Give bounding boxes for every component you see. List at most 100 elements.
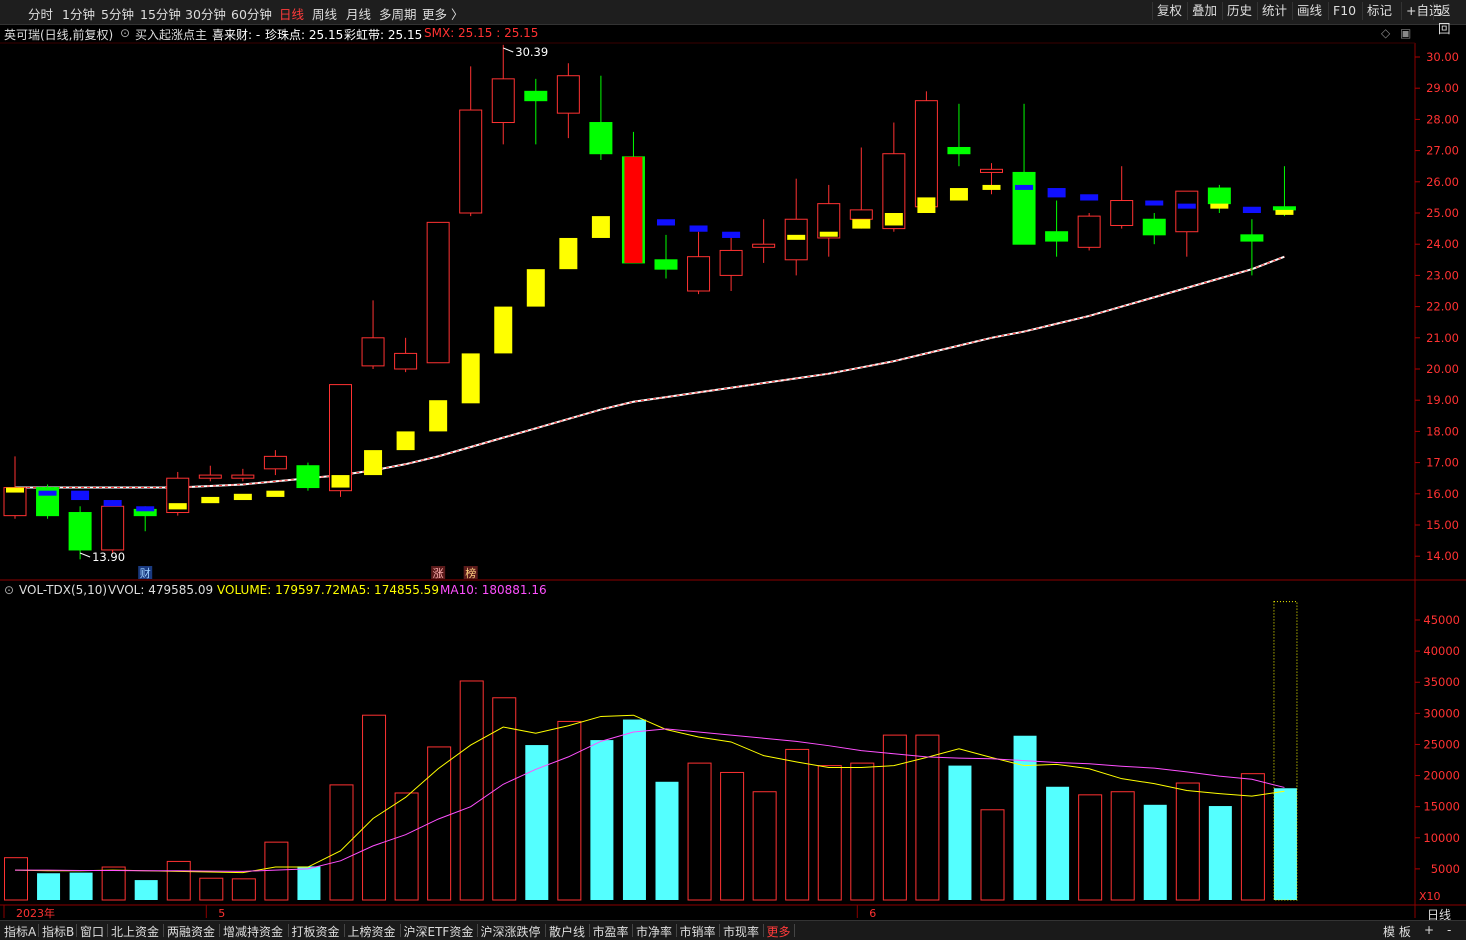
volume-bar[interactable]	[980, 809, 1005, 901]
price-tick-label: 22.00	[1426, 300, 1459, 314]
indicator-tab[interactable]: 两融资金	[167, 923, 215, 940]
volume-indicator-name[interactable]: VOL-TDX(5,10)	[19, 583, 107, 597]
indicator-tab[interactable]: 沪深涨跌停	[481, 923, 541, 940]
candle-body[interactable]	[947, 146, 971, 155]
candle-body[interactable]	[68, 512, 92, 551]
indicator-tab[interactable]: 更多	[767, 923, 791, 940]
indicator-tab[interactable]: 打板资金	[292, 923, 340, 940]
volume-bar[interactable]	[69, 872, 93, 900]
volume-tick-label: 40000	[1423, 644, 1460, 658]
candle-body[interactable]	[394, 352, 418, 370]
zoom-in-button[interactable]: +	[1424, 923, 1434, 937]
volume-bar[interactable]	[622, 719, 646, 900]
candle-body[interactable]	[459, 109, 483, 214]
volume-bar[interactable]	[166, 860, 191, 901]
volume-bar[interactable]	[1240, 773, 1265, 901]
candle-body[interactable]	[1207, 187, 1231, 205]
volume-bar[interactable]	[1143, 804, 1167, 900]
volume-bar[interactable]	[1208, 806, 1232, 900]
indicator-tab[interactable]: 散户线	[549, 923, 585, 940]
candle-body[interactable]	[101, 505, 125, 551]
indicator-tab[interactable]: 市销率	[680, 923, 716, 940]
candle-body[interactable]	[980, 168, 1003, 173]
volume-bar[interactable]	[134, 880, 158, 900]
candle-body[interactable]	[849, 209, 873, 220]
tab-divider	[107, 924, 108, 937]
price-tick-label: 21.00	[1426, 331, 1459, 345]
candle-body[interactable]	[1110, 200, 1134, 226]
volume-bar[interactable]	[817, 765, 842, 901]
volume-bar[interactable]	[785, 748, 810, 901]
indicator-tab[interactable]: 北上资金	[111, 923, 159, 940]
volume-bar[interactable]	[199, 877, 224, 901]
volume-bar[interactable]	[4, 857, 28, 901]
indicator-tab[interactable]: 市盈率	[593, 923, 629, 940]
candle-body[interactable]	[1012, 171, 1036, 245]
volume-bar[interactable]	[525, 745, 549, 900]
tab-divider	[545, 924, 546, 937]
signal-block	[949, 188, 968, 201]
volume-bar[interactable]	[1110, 791, 1135, 901]
volume-bar[interactable]	[720, 771, 745, 901]
indicator-tab[interactable]: 市现率	[723, 923, 759, 940]
volume-bar[interactable]	[752, 791, 777, 901]
indicator-tab[interactable]: 窗口	[80, 923, 104, 940]
candle-body[interactable]	[198, 474, 222, 479]
candle-body[interactable]	[589, 122, 613, 155]
candle-body[interactable]	[491, 78, 515, 124]
volume-bar[interactable]	[231, 878, 256, 901]
volume-bar[interactable]	[1273, 788, 1297, 900]
volume-bar[interactable]	[297, 866, 321, 900]
volume-bar[interactable]	[427, 746, 452, 901]
signal-block	[1210, 203, 1229, 209]
volume-bar[interactable]	[590, 740, 614, 900]
candle-body[interactable]	[556, 75, 580, 114]
indicator-tab[interactable]: 沪深ETF资金	[404, 923, 474, 940]
candle-body[interactable]	[914, 100, 938, 208]
volume-bar[interactable]	[882, 734, 907, 901]
candle-body[interactable]	[329, 384, 352, 492]
volume-bar[interactable]	[850, 762, 875, 901]
volume-bar[interactable]	[1078, 794, 1103, 901]
volume-bar[interactable]	[557, 720, 582, 901]
volume-dropdown-icon[interactable]: ⊙	[4, 583, 14, 597]
candle-body[interactable]	[263, 455, 287, 470]
volume-bar[interactable]	[1175, 782, 1200, 901]
candle-body[interactable]	[1045, 231, 1069, 242]
candle-body[interactable]	[1077, 215, 1101, 248]
candle-body[interactable]	[654, 259, 678, 270]
indicator-tab[interactable]: 市净率	[636, 923, 672, 940]
template-button[interactable]: 模 板	[1383, 923, 1411, 940]
candle-body[interactable]	[426, 221, 450, 364]
candle-body[interactable]	[752, 243, 776, 248]
candle-body[interactable]	[231, 474, 255, 479]
candle-body[interactable]	[1240, 234, 1264, 242]
volume-bar[interactable]	[655, 781, 679, 900]
candle-body[interactable]	[1272, 206, 1296, 211]
volume-bar[interactable]	[101, 866, 126, 901]
volume-bar[interactable]	[459, 680, 484, 901]
indicator-tab[interactable]: 指标A	[4, 923, 36, 940]
indicator-tab[interactable]: 指标B	[42, 923, 74, 940]
indicator-tab[interactable]: 上榜资金	[348, 923, 396, 940]
tab-divider	[762, 924, 764, 937]
candle-body[interactable]	[719, 249, 743, 276]
candle-body[interactable]	[1142, 218, 1166, 236]
volume-bar[interactable]	[948, 765, 972, 900]
candle-body[interactable]	[524, 90, 548, 102]
volume-bar[interactable]	[1046, 786, 1070, 900]
volume-bar[interactable]	[492, 697, 517, 901]
candle-body[interactable]	[687, 256, 711, 292]
volume-bar[interactable]	[37, 873, 61, 900]
candle-body[interactable]	[1175, 190, 1199, 233]
volume-bar[interactable]	[394, 792, 419, 901]
volume-bar[interactable]	[915, 734, 940, 901]
candle-body[interactable]	[361, 337, 385, 367]
volume-bar[interactable]	[687, 762, 712, 901]
candlestick-chart[interactable]: 14.00 15.00 16.00 17.00 18.00 19.00 20.00 21.00…	[0, 0, 1466, 939]
indicator-tab[interactable]: 增减持资金	[223, 923, 283, 940]
volume-bar[interactable]	[362, 714, 387, 901]
volume-bar[interactable]	[264, 841, 289, 901]
zoom-out-button[interactable]: -	[1447, 923, 1451, 937]
indicator-tab-bar: 指标A 指标B 窗口 北上资金 两融资金 增减持资金 打板资金 上榜资金 沪深ETF资金 沪深涨跌…	[0, 920, 1466, 940]
